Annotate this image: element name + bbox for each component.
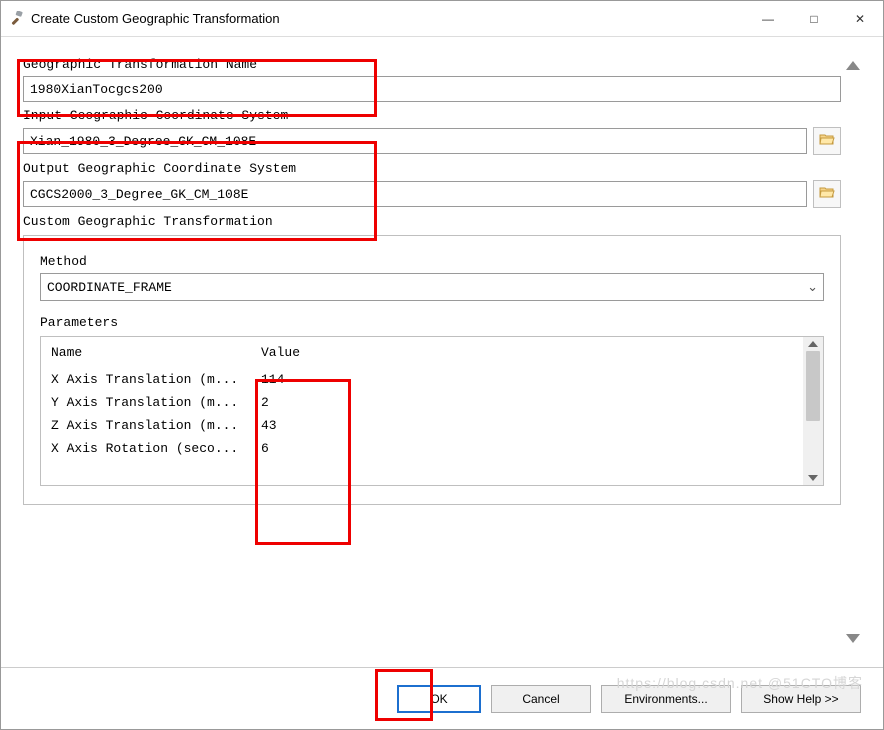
- page-scroll-up-icon[interactable]: [846, 61, 860, 70]
- maximize-button[interactable]: □: [791, 1, 837, 36]
- method-value: COORDINATE_FRAME: [47, 280, 172, 295]
- hammer-icon: [9, 11, 25, 27]
- cancel-button[interactable]: Cancel: [491, 685, 591, 713]
- param-value-cell[interactable]: 43: [251, 414, 803, 437]
- page-scroll-down-icon[interactable]: [846, 634, 860, 643]
- browse-input-gcs-button[interactable]: [813, 127, 841, 155]
- scroll-thumb[interactable]: [806, 351, 820, 421]
- param-name-cell: Y Axis Translation (m...: [41, 391, 251, 414]
- window-title: Create Custom Geographic Transformation: [31, 11, 745, 26]
- transformation-name-input[interactable]: [23, 76, 841, 102]
- parameters-label: Parameters: [40, 315, 824, 330]
- table-row[interactable]: X Axis Rotation (seco... 6: [41, 437, 803, 460]
- param-name-cell: X Axis Rotation (seco...: [41, 437, 251, 460]
- table-header-row: Name Value: [41, 337, 803, 368]
- col-value-header: Value: [251, 337, 803, 368]
- param-value-cell[interactable]: 2: [251, 391, 803, 414]
- scroll-up-icon[interactable]: [808, 341, 818, 347]
- custom-transformation-label: Custom Geographic Transformation: [23, 214, 841, 229]
- table-row[interactable]: X Axis Translation (m... 114: [41, 368, 803, 391]
- input-gcs-label: Input Geographic Coordinate System: [23, 108, 841, 123]
- environments-button[interactable]: Environments...: [601, 685, 731, 713]
- title-bar: Create Custom Geographic Transformation …: [1, 1, 883, 37]
- close-button[interactable]: ✕: [837, 1, 883, 36]
- param-name-cell: X Axis Translation (m...: [41, 368, 251, 391]
- folder-open-icon: [819, 185, 835, 204]
- param-value-cell[interactable]: 6: [251, 437, 803, 460]
- parameters-table-wrap: Name Value X Axis Translation (m... 114 …: [40, 336, 824, 486]
- custom-transformation-group: Method COORDINATE_FRAME ⌄ Parameters Nam…: [23, 235, 841, 505]
- input-gcs-input[interactable]: [23, 128, 807, 154]
- show-help-button[interactable]: Show Help >>: [741, 685, 861, 713]
- folder-open-icon: [819, 132, 835, 151]
- output-gcs-input[interactable]: [23, 181, 807, 207]
- output-gcs-label: Output Geographic Coordinate System: [23, 161, 841, 176]
- ok-button[interactable]: OK: [397, 685, 481, 713]
- method-select[interactable]: COORDINATE_FRAME: [40, 273, 824, 301]
- minimize-button[interactable]: —: [745, 1, 791, 36]
- col-name-header: Name: [41, 337, 251, 368]
- page-scroll-indicator[interactable]: [841, 51, 865, 653]
- parameters-scrollbar[interactable]: [803, 337, 823, 485]
- button-bar: OK Cancel Environments... Show Help >>: [1, 667, 883, 729]
- table-row[interactable]: Z Axis Translation (m... 43: [41, 414, 803, 437]
- scroll-down-icon[interactable]: [808, 475, 818, 481]
- window-controls: — □ ✕: [745, 1, 883, 36]
- transformation-name-label: Geographic Transformation Name: [23, 57, 841, 72]
- browse-output-gcs-button[interactable]: [813, 180, 841, 208]
- table-row[interactable]: Y Axis Translation (m... 2: [41, 391, 803, 414]
- param-value-cell[interactable]: 114: [251, 368, 803, 391]
- method-label: Method: [40, 254, 824, 269]
- form-column: Geographic Transformation Name Input Geo…: [23, 51, 841, 653]
- param-name-cell: Z Axis Translation (m...: [41, 414, 251, 437]
- parameters-table: Name Value X Axis Translation (m... 114 …: [41, 337, 803, 460]
- content-area: Geographic Transformation Name Input Geo…: [1, 37, 883, 667]
